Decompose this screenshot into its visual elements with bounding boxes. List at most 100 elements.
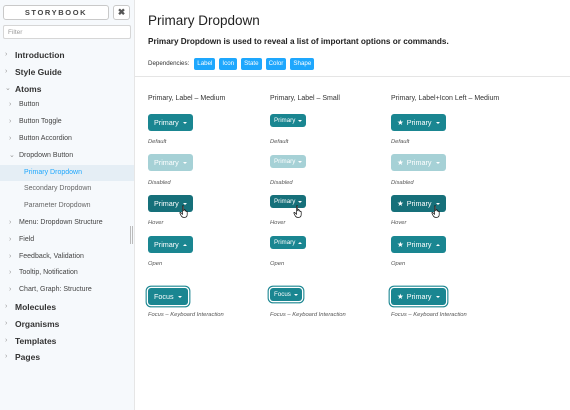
primary-dropdown-open-small[interactable]: Primary: [270, 236, 307, 249]
sidebar-item-label: Feedback, Validation: [19, 252, 84, 260]
sidebar-item-tooltip-notification[interactable]: › Tooltip, Notification: [0, 265, 134, 282]
dependencies-label: Dependencies:: [148, 60, 190, 67]
chevron-right-icon: ›: [5, 353, 8, 361]
primary-dropdown-default-medium[interactable]: Primary: [148, 114, 193, 131]
chevron-down-icon: [435, 295, 440, 298]
star-icon: ★: [397, 157, 404, 167]
button-label: Primary: [274, 117, 296, 124]
hand-cursor-icon: [293, 205, 302, 218]
primary-dropdown-open-icon[interactable]: ★ Primary: [391, 236, 446, 253]
chevron-down-icon: [298, 200, 303, 203]
chevron-right-icon: ›: [5, 302, 8, 310]
dependency-badge-label[interactable]: Label: [194, 57, 216, 70]
button-label: Primary: [274, 158, 296, 165]
sidebar-item-chart-graph-structure[interactable]: › Chart, Graph: Structure: [0, 282, 134, 299]
button-label: Primary: [154, 199, 179, 208]
story-canvas: Primary Dropdown Primary Dropdown is use…: [135, 0, 570, 410]
primary-dropdown-disabled-icon: ★ Primary: [391, 154, 446, 171]
sidebar-item-label: Menu: Dropdown Structure: [19, 218, 103, 226]
state-label-open: Open: [148, 261, 163, 267]
button-label: Primary: [406, 240, 432, 249]
primary-dropdown-focus-small[interactable]: Focus: [270, 288, 302, 301]
chevron-right-icon: ›: [5, 319, 8, 327]
primary-dropdown-focus-medium[interactable]: Focus: [148, 288, 188, 305]
chevron-right-icon: ›: [9, 101, 12, 109]
storybook-title-button[interactable]: STORYBOOK: [3, 5, 109, 20]
state-label-focus: Focus – Keyboard Interaction: [148, 312, 224, 318]
chevron-right-icon: ›: [9, 252, 12, 260]
state-label-default: Default: [391, 139, 410, 145]
sidebar-item-secondary-dropdown[interactable]: Secondary Dropdown: [0, 181, 134, 198]
chevron-down-icon: [435, 121, 440, 124]
sidebar-item-label: Organisms: [15, 318, 60, 329]
sidebar-item-label: Dropdown Button: [19, 151, 74, 159]
dependency-badge-icon[interactable]: Icon: [219, 57, 238, 70]
chevron-right-icon: ›: [9, 235, 12, 243]
dependency-badge-color[interactable]: Color: [265, 57, 287, 70]
sidebar-item-introduction[interactable]: › Introduction: [0, 47, 134, 64]
button-label: Primary: [406, 118, 432, 127]
chevron-up-icon: [435, 243, 440, 246]
sidebar-item-menu-dropdown-structure[interactable]: › Menu: Dropdown Structure: [0, 215, 134, 232]
button-label: Primary: [406, 158, 432, 167]
state-label-open: Open: [270, 261, 285, 267]
button-label: Primary: [274, 198, 296, 205]
state-label-open: Open: [391, 261, 406, 267]
sidebar-item-dropdown-button[interactable]: ⌄ Dropdown Button: [0, 148, 134, 165]
sidebar-item-label: Parameter Dropdown: [24, 202, 91, 210]
close-icon[interactable]: ✖: [113, 5, 130, 20]
story-tree: › Introduction › Style Guide ⌄ Atoms › Button › B…: [0, 47, 134, 366]
sidebar-item-label: Primary Dropdown: [24, 168, 82, 176]
sidebar-item-style-guide[interactable]: › Style Guide: [0, 64, 134, 81]
sidebar-item-primary-dropdown[interactable]: Primary Dropdown: [0, 164, 134, 182]
primary-dropdown-focus-icon[interactable]: ★ Primary: [391, 288, 446, 305]
sidebar-item-atoms[interactable]: ⌄ Atoms: [0, 81, 134, 98]
filter-input[interactable]: [3, 25, 131, 39]
chevron-down-icon: [182, 121, 187, 124]
state-label-focus: Focus – Keyboard Interaction: [391, 312, 467, 318]
state-label-hover: Hover: [148, 220, 164, 226]
chevron-right-icon: ›: [9, 118, 12, 126]
primary-dropdown-disabled-medium: Primary: [148, 154, 193, 171]
state-label-default: Default: [270, 139, 289, 145]
primary-dropdown-open-medium[interactable]: Primary: [148, 236, 193, 253]
sidebar-header: STORYBOOK ✖: [3, 5, 131, 20]
dependency-badge-shape[interactable]: Shape: [290, 57, 315, 70]
sidebar-item-button-toggle[interactable]: › Button Toggle: [0, 114, 134, 131]
sidebar-item-label: Chart, Graph: Structure: [19, 286, 92, 294]
button-label: Primary: [154, 158, 179, 167]
chevron-right-icon: ›: [5, 336, 8, 344]
star-icon: ★: [397, 239, 404, 249]
sidebar-item-field[interactable]: › Field: [0, 232, 134, 249]
chevron-down-icon: ⌄: [5, 84, 11, 92]
chevron-up-icon: [298, 241, 303, 244]
sidebar-item-pages[interactable]: › Pages: [0, 349, 134, 366]
dependency-badge-state[interactable]: State: [241, 57, 262, 70]
chevron-down-icon: [435, 161, 440, 164]
button-label: Primary: [274, 239, 296, 246]
column-heading-icon-left: Primary, Label+Icon Left – Medium: [391, 95, 500, 102]
sidebar-item-parameter-dropdown[interactable]: Parameter Dropdown: [0, 198, 134, 215]
state-label-focus: Focus – Keyboard Interaction: [270, 312, 346, 318]
sidebar-item-label: Button: [19, 101, 40, 109]
chevron-down-icon: [298, 119, 303, 122]
chevron-down-icon: [293, 293, 298, 296]
sidebar-item-templates[interactable]: › Templates: [0, 333, 134, 350]
sidebar-item-button-accordion[interactable]: › Button Accordion: [0, 131, 134, 148]
primary-dropdown-default-icon[interactable]: ★ Primary: [391, 114, 446, 131]
primary-dropdown-disabled-small: Primary: [270, 155, 307, 168]
chevron-down-icon: [182, 161, 187, 164]
star-icon: ★: [397, 117, 404, 127]
chevron-right-icon: ›: [5, 67, 8, 75]
sidebar-item-molecules[interactable]: › Molecules: [0, 299, 134, 316]
primary-dropdown-default-small[interactable]: Primary: [270, 114, 307, 127]
sidebar-item-feedback-validation[interactable]: › Feedback, Validation: [0, 249, 134, 266]
sidebar-item-button[interactable]: › Button: [0, 97, 134, 114]
chevron-down-icon: ⌄: [9, 151, 15, 159]
page-title: Primary Dropdown: [148, 13, 260, 28]
sidebar-item-organisms[interactable]: › Organisms: [0, 316, 134, 333]
star-icon: ★: [397, 198, 404, 208]
button-label: Primary: [406, 199, 432, 208]
sidebar-resize-handle[interactable]: [130, 226, 133, 244]
divider: [135, 76, 570, 77]
